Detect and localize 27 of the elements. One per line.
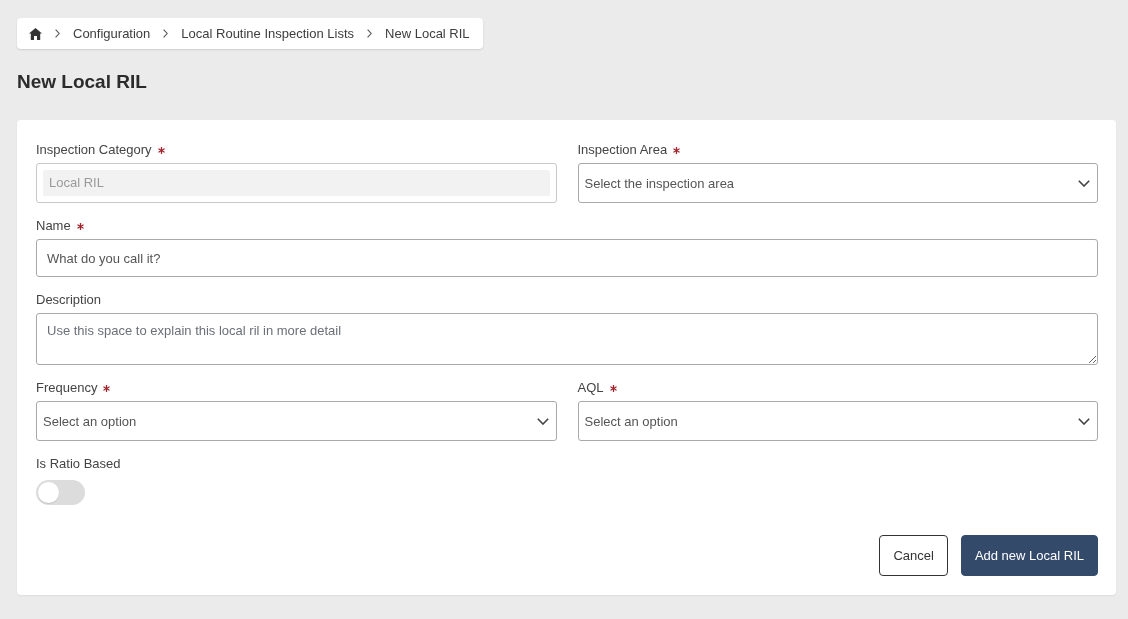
field-value: Local RIL xyxy=(43,170,550,196)
field-label: Inspection Area xyxy=(577,141,668,159)
textarea-field[interactable]: Use this space to explain this local ril in more detail xyxy=(36,313,1098,365)
select-field[interactable]: Select an option xyxy=(36,401,557,441)
home-icon[interactable] xyxy=(29,27,42,40)
cancel-button[interactable]: Cancel xyxy=(879,535,948,576)
chevron-down-icon xyxy=(1078,417,1090,425)
select-field[interactable]: Select an option xyxy=(577,401,1098,441)
breadcrumb-link[interactable]: New Local RIL xyxy=(385,24,470,43)
breadcrumb-link[interactable]: Local Routine Inspection Lists xyxy=(181,24,355,43)
field-label: Inspection Category xyxy=(36,141,152,159)
chevron-right-icon xyxy=(163,29,169,38)
page-title: New Local RIL xyxy=(17,70,147,94)
toggle-switch[interactable] xyxy=(36,480,85,505)
text-input[interactable]: What do you call it? xyxy=(36,239,1098,277)
field-label: Description xyxy=(36,291,102,309)
field-label: Name xyxy=(36,217,71,235)
chevron-right-icon xyxy=(367,29,373,38)
chevron-right-icon xyxy=(55,29,60,38)
chevron-down-icon xyxy=(1078,179,1090,187)
breadcrumb-link[interactable]: Configuration xyxy=(73,24,151,43)
field-label: Is Ratio Based xyxy=(36,455,121,473)
field-label: Frequency xyxy=(36,379,98,397)
submit-button[interactable]: Add new Local RIL xyxy=(960,535,1098,576)
select-field[interactable]: Select the inspection area xyxy=(577,163,1098,203)
chevron-down-icon xyxy=(536,417,549,425)
field-label: AQL xyxy=(577,379,604,397)
